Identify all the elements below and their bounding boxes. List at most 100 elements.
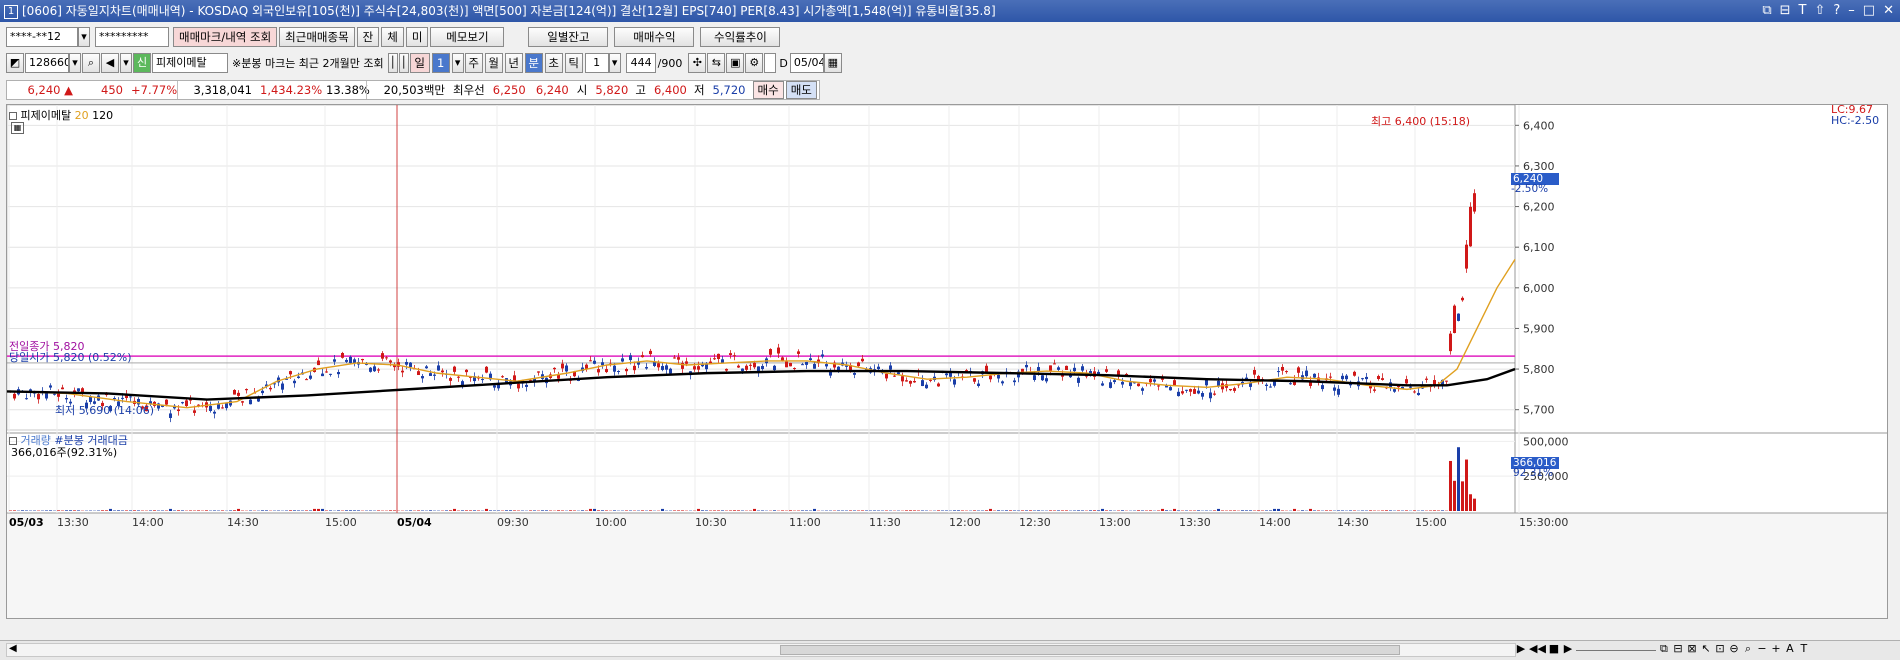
zoom-slider[interactable] <box>1575 642 1656 651</box>
sell-button[interactable]: 매도 <box>785 81 817 99</box>
candle-body <box>901 376 904 382</box>
time-tick-label: 11:30 <box>869 516 901 529</box>
zoom-out-icon[interactable]: ⊖ <box>1728 642 1740 658</box>
password-field[interactable]: ********* <box>95 27 169 47</box>
period-day-button[interactable]: 일 <box>409 53 430 73</box>
volume-bar <box>1009 510 1012 511</box>
chevron-down-icon[interactable]: ▾ <box>451 53 464 73</box>
candle-body <box>525 384 528 387</box>
volume-bar <box>729 510 732 511</box>
candle-body <box>629 355 632 361</box>
minus-icon[interactable]: − <box>1756 642 1768 658</box>
search-icon[interactable]: ⌕ <box>82 53 100 73</box>
candle-body <box>1229 388 1232 391</box>
candle-body <box>717 353 720 359</box>
volume-bar <box>1269 510 1272 511</box>
grid-toggle-icon[interactable]: ▦ <box>11 122 24 134</box>
period-week-button[interactable]: 주 <box>464 53 483 73</box>
help-icon[interactable]: ? <box>1833 0 1840 22</box>
volume-bar <box>861 510 864 511</box>
volume-bar <box>1137 510 1140 511</box>
candle-body <box>417 371 420 376</box>
candle-body <box>985 365 988 372</box>
cursor-icon[interactable]: ↖ <box>1700 642 1712 658</box>
link-icon[interactable]: ⧉ <box>1762 0 1771 22</box>
buy-button[interactable]: 매수 <box>752 81 784 99</box>
scrollbar-thumb[interactable] <box>780 645 1400 655</box>
plus-icon[interactable]: + <box>1770 642 1782 658</box>
memo-button[interactable]: 메모보기 <box>430 27 505 47</box>
chart-menu-icon[interactable]: ◩ <box>6 53 24 73</box>
compare-icon[interactable]: ⊠ <box>1686 642 1698 658</box>
unfilled-button[interactable]: 미 <box>405 27 429 47</box>
date-input[interactable]: 05/04 <box>789 53 824 73</box>
candle-body <box>1137 383 1140 387</box>
period-month-button[interactable]: 월 <box>484 53 503 73</box>
text-tool-icon[interactable]: T <box>1798 642 1810 658</box>
low-price: 5,720 <box>712 83 746 97</box>
volume-bar <box>465 510 468 511</box>
period-day-count[interactable]: 1 <box>431 53 450 73</box>
candle-body <box>537 371 540 373</box>
candle-body <box>501 376 504 378</box>
price-volume-chart[interactable]: 6,400 6,300 6,200 6,100 6,000 5,900 5,800 5,700… <box>7 105 1887 618</box>
speaker-icon[interactable]: ◀ <box>101 53 119 73</box>
panel-icon[interactable]: ⊟ <box>1672 642 1684 658</box>
chevron-down-icon[interactable]: ▾ <box>78 27 90 47</box>
daily-balance-button[interactable]: 일별잔고 <box>528 27 609 47</box>
time-tick-label: 14:00 <box>132 516 164 529</box>
stock-code-input[interactable]: 128660 <box>25 53 69 73</box>
candle-body <box>909 380 912 384</box>
font-size-icon[interactable]: A <box>1784 642 1796 658</box>
chevron-down-icon[interactable]: ▾ <box>608 53 621 73</box>
candle-body <box>25 398 28 400</box>
pin-icon[interactable]: ⇧ <box>1814 0 1825 22</box>
scroll-left-icon[interactable]: ◀ <box>9 643 17 654</box>
arrows-icon[interactable]: ⇆ <box>707 53 726 73</box>
period-second-button[interactable]: 초 <box>544 53 563 73</box>
layout-icon[interactable]: ⧉ <box>1658 642 1670 658</box>
close-icon[interactable]: ✕ <box>1883 0 1894 22</box>
gear-icon[interactable]: ⚙ <box>745 53 764 73</box>
candle-body <box>1073 367 1076 372</box>
text-icon[interactable]: T <box>1799 0 1807 22</box>
stop-icon[interactable]: ■ <box>1548 642 1560 658</box>
fit-icon[interactable]: ⊡ <box>1714 642 1726 658</box>
candle-body <box>437 365 440 371</box>
save-icon[interactable]: ▣ <box>726 53 745 73</box>
rewind-icon[interactable]: ◀◀ <box>1529 642 1546 658</box>
account-select[interactable]: ****-**12 <box>6 27 78 47</box>
restore-icon[interactable]: ⊟ <box>1780 0 1791 22</box>
period-minute-button[interactable]: 분 <box>524 53 543 73</box>
maximize-icon[interactable]: □ <box>1863 0 1875 22</box>
volume-bar <box>261 510 264 511</box>
return-trend-button[interactable]: 수익률추이 <box>700 27 781 47</box>
balance-button[interactable]: 잔 <box>356 27 380 47</box>
ma20-line <box>7 259 1516 409</box>
candle-body <box>261 390 264 394</box>
volume-bar <box>149 510 152 511</box>
volume-bar <box>317 508 320 511</box>
trade-profit-button[interactable]: 매매수익 <box>614 27 695 47</box>
executed-button[interactable]: 체 <box>381 27 404 47</box>
play-icon[interactable]: ▶ <box>1562 642 1574 658</box>
trade-mark-button[interactable]: 매매마크/내역 조회 <box>173 27 278 47</box>
magnify-icon[interactable]: ⌕ <box>1742 642 1754 658</box>
period-year-button[interactable]: 년 <box>504 53 523 73</box>
chevron-down-icon[interactable]: ▾ <box>69 53 81 73</box>
chart-panel[interactable]: 6,400 6,300 6,200 6,100 6,000 5,900 5,800 5,700… <box>6 104 1888 619</box>
chevron-down-icon[interactable]: ▾ <box>120 53 132 73</box>
candle-body <box>1321 385 1324 390</box>
scroll-right-icon[interactable]: ▶ <box>1515 642 1527 658</box>
d-checkbox[interactable] <box>764 53 777 73</box>
period-tick-button[interactable]: 틱 <box>564 53 583 73</box>
count-input[interactable]: 444 <box>625 53 656 73</box>
volume-bar <box>1173 508 1176 511</box>
crosshair-icon[interactable]: ✣ <box>688 53 707 73</box>
candle-body <box>1153 379 1156 382</box>
minimize-icon[interactable]: – <box>1848 0 1855 22</box>
recent-trades-button[interactable]: 최근매매종목 <box>279 27 355 47</box>
volume-bar <box>461 510 464 511</box>
interval-select[interactable]: 1 <box>584 53 609 73</box>
calendar-icon[interactable]: ▦ <box>823 53 842 73</box>
